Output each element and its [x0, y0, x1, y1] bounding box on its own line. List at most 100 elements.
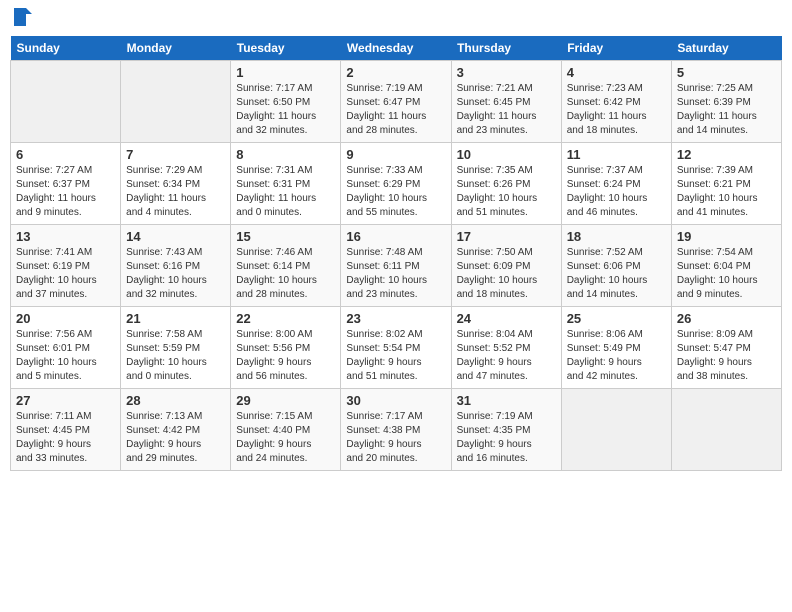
calendar-cell: 31 Sunrise: 7:19 AM Sunset: 4:35 PM Dayli…: [451, 389, 561, 471]
cell-sun-info: Sunrise: 7:19 AM Sunset: 4:35 PM Dayligh…: [457, 410, 556, 466]
calendar-cell: 26 Sunrise: 8:09 AM Sunset: 5:47 PM Dayli…: [671, 307, 781, 389]
cell-sun-info: Sunrise: 7:50 AM Sunset: 6:09 PM Dayligh…: [457, 246, 556, 302]
calendar-cell: 13 Sunrise: 7:41 AM Sunset: 6:19 PM Dayli…: [11, 225, 121, 307]
date-number: 24: [457, 311, 556, 326]
calendar-cell: 30 Sunrise: 7:17 AM Sunset: 4:38 PM Dayli…: [341, 389, 451, 471]
date-number: 16: [346, 229, 445, 244]
week-row-5: 27 Sunrise: 7:11 AM Sunset: 4:45 PM Dayli…: [11, 389, 782, 471]
calendar-cell: 17 Sunrise: 7:50 AM Sunset: 6:09 PM Dayli…: [451, 225, 561, 307]
date-number: 30: [346, 393, 445, 408]
cell-sun-info: Sunrise: 7:48 AM Sunset: 6:11 PM Dayligh…: [346, 246, 445, 302]
date-number: 11: [567, 147, 666, 162]
date-number: 22: [236, 311, 335, 326]
day-header-tuesday: Tuesday: [231, 36, 341, 61]
week-row-1: 1Sunrise: 7:17 AM Sunset: 6:50 PM Daylig…: [11, 61, 782, 143]
date-number: 26: [677, 311, 776, 326]
calendar-cell: [11, 61, 121, 143]
calendar-cell: [121, 61, 231, 143]
date-number: 15: [236, 229, 335, 244]
calendar-cell: 18 Sunrise: 7:52 AM Sunset: 6:06 PM Dayli…: [561, 225, 671, 307]
calendar-cell: 5 Sunrise: 7:25 AM Sunset: 6:39 PM Daylig…: [671, 61, 781, 143]
date-number: 20: [16, 311, 115, 326]
cell-sun-info: Sunrise: 8:02 AM Sunset: 5:54 PM Dayligh…: [346, 328, 445, 384]
date-number: 29: [236, 393, 335, 408]
date-number: 23: [346, 311, 445, 326]
calendar-cell: 22 Sunrise: 8:00 AM Sunset: 5:56 PM Dayli…: [231, 307, 341, 389]
day-header-monday: Monday: [121, 36, 231, 61]
cell-sun-info: Sunrise: 7:43 AM Sunset: 6:16 PM Dayligh…: [126, 246, 225, 302]
date-number: 17: [457, 229, 556, 244]
calendar-cell: 1Sunrise: 7:17 AM Sunset: 6:50 PM Daylig…: [231, 61, 341, 143]
date-number: 18: [567, 229, 666, 244]
cell-sun-info: Sunrise: 7:39 AM Sunset: 6:21 PM Dayligh…: [677, 164, 776, 220]
date-number: 14: [126, 229, 225, 244]
day-header-sunday: Sunday: [11, 36, 121, 61]
cell-sun-info: Sunrise: 7:46 AM Sunset: 6:14 PM Dayligh…: [236, 246, 335, 302]
cell-sun-info: Sunrise: 8:04 AM Sunset: 5:52 PM Dayligh…: [457, 328, 556, 384]
calendar-cell: 29 Sunrise: 7:15 AM Sunset: 4:40 PM Dayli…: [231, 389, 341, 471]
date-number: 13: [16, 229, 115, 244]
day-header-saturday: Saturday: [671, 36, 781, 61]
calendar-cell: 12 Sunrise: 7:39 AM Sunset: 6:21 PM Dayli…: [671, 143, 781, 225]
cell-sun-info: Sunrise: 7:23 AM Sunset: 6:42 PM Dayligh…: [567, 82, 666, 138]
calendar-cell: 2Sunrise: 7:19 AM Sunset: 6:47 PM Daylig…: [341, 61, 451, 143]
cell-sun-info: Sunrise: 7:15 AM Sunset: 4:40 PM Dayligh…: [236, 410, 335, 466]
cell-sun-info: Sunrise: 7:33 AM Sunset: 6:29 PM Dayligh…: [346, 164, 445, 220]
date-number: 10: [457, 147, 556, 162]
calendar-cell: [561, 389, 671, 471]
date-number: 28: [126, 393, 225, 408]
calendar-cell: 27 Sunrise: 7:11 AM Sunset: 4:45 PM Dayli…: [11, 389, 121, 471]
cell-sun-info: Sunrise: 7:19 AM Sunset: 6:47 PM Dayligh…: [346, 82, 445, 138]
date-number: 6: [16, 147, 115, 162]
day-header-thursday: Thursday: [451, 36, 561, 61]
date-number: 12: [677, 147, 776, 162]
calendar-cell: 8Sunrise: 7:31 AM Sunset: 6:31 PM Daylig…: [231, 143, 341, 225]
cell-sun-info: Sunrise: 7:31 AM Sunset: 6:31 PM Dayligh…: [236, 164, 335, 220]
day-header-wednesday: Wednesday: [341, 36, 451, 61]
cell-sun-info: Sunrise: 7:17 AM Sunset: 6:50 PM Dayligh…: [236, 82, 335, 138]
logo-icon: [12, 6, 34, 28]
calendar-cell: 19 Sunrise: 7:54 AM Sunset: 6:04 PM Dayli…: [671, 225, 781, 307]
cell-sun-info: Sunrise: 7:54 AM Sunset: 6:04 PM Dayligh…: [677, 246, 776, 302]
cell-sun-info: Sunrise: 7:58 AM Sunset: 5:59 PM Dayligh…: [126, 328, 225, 384]
date-number: 21: [126, 311, 225, 326]
cell-sun-info: Sunrise: 7:21 AM Sunset: 6:45 PM Dayligh…: [457, 82, 556, 138]
cell-sun-info: Sunrise: 7:25 AM Sunset: 6:39 PM Dayligh…: [677, 82, 776, 138]
date-number: 4: [567, 65, 666, 80]
calendar-cell: 14 Sunrise: 7:43 AM Sunset: 6:16 PM Dayli…: [121, 225, 231, 307]
cell-sun-info: Sunrise: 7:41 AM Sunset: 6:19 PM Dayligh…: [16, 246, 115, 302]
calendar-cell: 20 Sunrise: 7:56 AM Sunset: 6:01 PM Dayli…: [11, 307, 121, 389]
cell-sun-info: Sunrise: 7:52 AM Sunset: 6:06 PM Dayligh…: [567, 246, 666, 302]
date-number: 7: [126, 147, 225, 162]
cell-sun-info: Sunrise: 7:27 AM Sunset: 6:37 PM Dayligh…: [16, 164, 115, 220]
calendar-cell: [671, 389, 781, 471]
cell-sun-info: Sunrise: 8:06 AM Sunset: 5:49 PM Dayligh…: [567, 328, 666, 384]
calendar-table: SundayMondayTuesdayWednesdayThursdayFrid…: [10, 36, 782, 471]
calendar-body: 1Sunrise: 7:17 AM Sunset: 6:50 PM Daylig…: [11, 61, 782, 471]
logo: [10, 10, 34, 28]
week-row-2: 6 Sunrise: 7:27 AM Sunset: 6:37 PM Daylig…: [11, 143, 782, 225]
date-number: 3: [457, 65, 556, 80]
cell-sun-info: Sunrise: 7:11 AM Sunset: 4:45 PM Dayligh…: [16, 410, 115, 466]
cell-sun-info: Sunrise: 7:56 AM Sunset: 6:01 PM Dayligh…: [16, 328, 115, 384]
date-number: 5: [677, 65, 776, 80]
calendar-cell: 9Sunrise: 7:33 AM Sunset: 6:29 PM Daylig…: [341, 143, 451, 225]
calendar-cell: 11 Sunrise: 7:37 AM Sunset: 6:24 PM Dayli…: [561, 143, 671, 225]
calendar-header-row: SundayMondayTuesdayWednesdayThursdayFrid…: [11, 36, 782, 61]
calendar-cell: 10Sunrise: 7:35 AM Sunset: 6:26 PM Dayli…: [451, 143, 561, 225]
date-number: 27: [16, 393, 115, 408]
cell-sun-info: Sunrise: 8:09 AM Sunset: 5:47 PM Dayligh…: [677, 328, 776, 384]
week-row-4: 20 Sunrise: 7:56 AM Sunset: 6:01 PM Dayli…: [11, 307, 782, 389]
calendar-cell: 15 Sunrise: 7:46 AM Sunset: 6:14 PM Dayli…: [231, 225, 341, 307]
cell-sun-info: Sunrise: 7:29 AM Sunset: 6:34 PM Dayligh…: [126, 164, 225, 220]
calendar-cell: 4 Sunrise: 7:23 AM Sunset: 6:42 PM Daylig…: [561, 61, 671, 143]
cell-sun-info: Sunrise: 7:17 AM Sunset: 4:38 PM Dayligh…: [346, 410, 445, 466]
cell-sun-info: Sunrise: 7:13 AM Sunset: 4:42 PM Dayligh…: [126, 410, 225, 466]
week-row-3: 13 Sunrise: 7:41 AM Sunset: 6:19 PM Dayli…: [11, 225, 782, 307]
date-number: 31: [457, 393, 556, 408]
calendar-cell: 21 Sunrise: 7:58 AM Sunset: 5:59 PM Dayli…: [121, 307, 231, 389]
calendar-cell: 24 Sunrise: 8:04 AM Sunset: 5:52 PM Dayli…: [451, 307, 561, 389]
cell-sun-info: Sunrise: 8:00 AM Sunset: 5:56 PM Dayligh…: [236, 328, 335, 384]
date-number: 19: [677, 229, 776, 244]
cell-sun-info: Sunrise: 7:37 AM Sunset: 6:24 PM Dayligh…: [567, 164, 666, 220]
